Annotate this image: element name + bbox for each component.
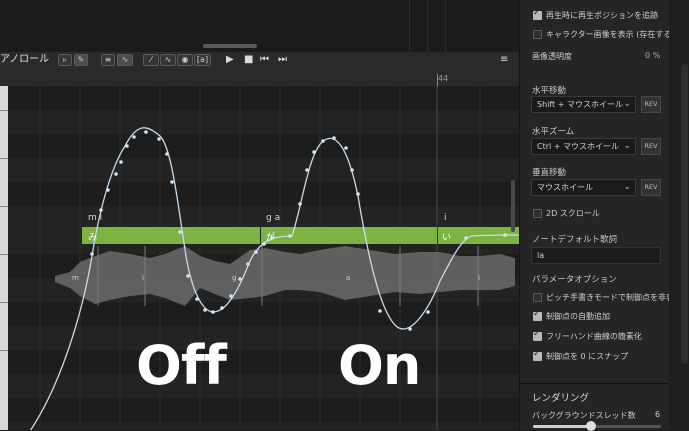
bg-threads-slider-fill [533,425,591,428]
note-lyric[interactable]: み [88,230,97,243]
vertical-scrollbar[interactable] [511,180,515,232]
phoneme[interactable]: i [142,274,144,282]
panel-scrollbar-thumb[interactable] [681,64,688,364]
h-move-value: Shift + マウスホイール [537,100,623,109]
pianoroll-title: アノロール [0,54,50,65]
play-icon[interactable]: ▶ [226,53,234,67]
bg-threads-label: バックグラウンドスレッド数 [532,411,636,420]
pencil-tool-button[interactable]: ✎ [74,54,88,66]
section-divider [520,383,669,384]
key-divider [0,110,8,111]
note-mi[interactable] [82,227,260,244]
note-lyric[interactable]: が [266,230,275,243]
piano-keys[interactable] [0,86,8,430]
v-move-value: マウスホイール [537,183,593,192]
line-tool-button[interactable]: ⁄ [143,54,159,66]
h-move-select[interactable]: Shift + マウスホイール ⌄ [531,96,636,113]
chevron-down-icon: ⌄ [623,182,631,192]
h-move-rev-button[interactable]: REV [641,96,661,113]
simplify-freehand-label: フリーハンド曲線の簡素化 [546,332,642,341]
h-zoom-label: 水平ズーム [532,127,575,137]
auto-add-points-label: 制御点の自動追加 [546,312,610,321]
overlay-label-on: On [338,334,421,397]
key-divider [0,158,8,159]
key-divider [0,302,8,303]
snap-zero-checkbox[interactable] [533,349,542,361]
phoneme-tool-button[interactable]: [a] [194,54,211,66]
eye-tool-button[interactable]: ◉ [177,54,193,66]
phoneme[interactable]: g [232,274,236,282]
preferences-panel [519,0,689,430]
phoneme[interactable]: i [478,274,480,282]
hide-pitch-points-checkbox[interactable] [533,293,542,302]
overlay-label-off: Off [136,334,227,397]
scroll2d-checkbox[interactable] [533,209,542,218]
panel-splitter-handle[interactable] [203,44,257,48]
rendering-section-title: レンダリング [532,393,590,404]
note-phoneme-label: i [444,213,447,223]
bg-threads-value: 6 [655,410,661,419]
play-position-checkbox[interactable] [533,8,542,20]
overview-grid-line [409,0,410,52]
note-phoneme-label: m i [88,213,103,223]
key-divider [0,350,8,351]
chevron-down-icon: ⌄ [623,99,631,109]
pitch-lines-button[interactable]: ≡ [101,54,115,66]
h-zoom-rev-button[interactable]: REV [641,138,661,155]
ruler-measure-number: 44 [438,74,449,83]
key-divider [0,254,8,255]
simplify-freehand-checkbox[interactable] [533,329,542,341]
character-image-checkbox[interactable] [533,30,542,39]
waveform [55,246,515,306]
wave-tool-button[interactable]: ∿ [160,54,176,66]
phoneme[interactable]: a [346,274,350,282]
stop-icon[interactable]: ■ [244,53,253,67]
select-tool-button[interactable]: ▹ [58,54,72,66]
h-zoom-select[interactable]: Ctrl + マウスホイール ⌄ [531,138,636,155]
chevron-down-icon: ⌄ [623,141,631,151]
snap-zero-label: 制御点を 0 にスナップ [546,352,629,361]
v-move-label: 垂直移動 [532,168,567,178]
overview-grid-line [427,0,428,52]
scroll2d-label: 2D スクロール [546,209,600,218]
default-lyric-label: ノートデフォルト歌詞 [532,235,618,245]
track-overview-area [0,0,519,52]
phoneme[interactable]: m [72,274,79,282]
image-opacity-value[interactable]: 0 % [645,51,660,60]
default-lyric-input[interactable]: la [531,247,661,264]
h-move-label: 水平移動 [532,86,567,96]
note-lyric[interactable]: い [442,230,451,243]
auto-add-points-checkbox[interactable] [533,309,542,321]
menu-icon[interactable]: ≡ [500,53,508,67]
character-image-label: キャラクター画像を表示 (存在する場合) [546,30,689,39]
hide-pitch-points-label: ピッチ手書きモードで制御点を非表示 [546,293,682,302]
pianoroll-canvas[interactable] [0,86,519,430]
v-move-select[interactable]: マウスホイール ⌄ [531,179,636,196]
skip-forward-icon[interactable]: ⏭ [278,53,287,67]
key-divider [0,206,8,207]
param-options-label: パラメータオプション [532,275,617,285]
v-move-rev-button[interactable]: REV [641,179,661,196]
play-position-label: 再生時に再生ポジションを追跡 [546,11,658,20]
pitch-curve-button[interactable]: ∿ [117,54,133,66]
overview-grid-line [445,0,446,52]
note-phoneme-label: g a [266,213,281,223]
image-opacity-label: 画像透明度 [532,52,572,61]
skip-back-icon[interactable]: ⏮ [260,53,269,67]
h-zoom-value: Ctrl + マウスホイール [537,142,620,151]
